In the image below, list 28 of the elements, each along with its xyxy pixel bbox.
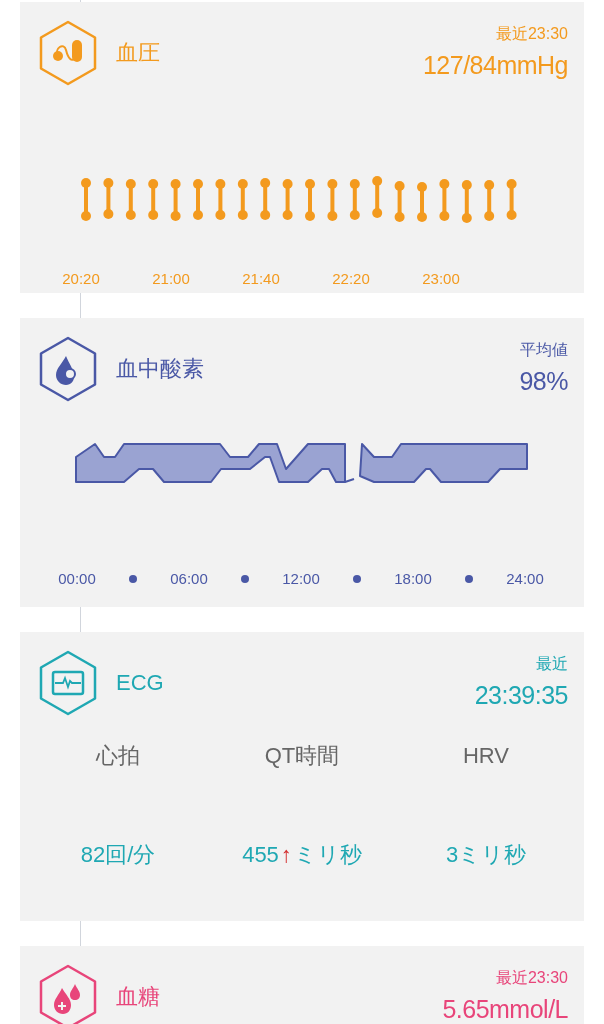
reading-value: 23:39:35 (474, 680, 568, 710)
axis-label: 20:20 (61, 269, 101, 289)
card-title: 血中酸素 (116, 355, 204, 383)
axis-label: 24:00 (505, 569, 545, 589)
reading-value: 5.65mmol/L (442, 994, 568, 1024)
stat-value: 455↑ミリ秒 (242, 841, 362, 869)
stat-value: 82回/分 (80, 841, 156, 869)
reading-caption: 平均値 (520, 340, 568, 360)
stat-label: QT時間 (264, 742, 340, 770)
axis-label: 00:00 (57, 569, 97, 589)
card-title: 血糖 (116, 983, 160, 1011)
axis-label: 23:00 (421, 269, 461, 289)
reading-caption: 最近23:30 (495, 968, 568, 988)
stat-label: 心拍 (96, 742, 140, 770)
reading-value: 98% (519, 366, 568, 396)
stat-label: HRV (462, 742, 510, 770)
card-title: ECG (116, 669, 164, 697)
axis-label: 06:00 (169, 569, 209, 589)
axis-label: 12:00 (281, 569, 321, 589)
reading-caption: 最近23:30 (495, 24, 568, 44)
reading-value: 127/84mmHg (422, 50, 568, 80)
reading-caption: 最近 (536, 654, 568, 674)
axis-label: 22:20 (331, 269, 371, 289)
axis-label: 18:00 (393, 569, 433, 589)
stat-value: 3ミリ秒 (445, 841, 527, 869)
axis-label: 21:40 (241, 269, 281, 289)
axis-label: 21:00 (151, 269, 191, 289)
card-title: 血圧 (116, 39, 160, 67)
